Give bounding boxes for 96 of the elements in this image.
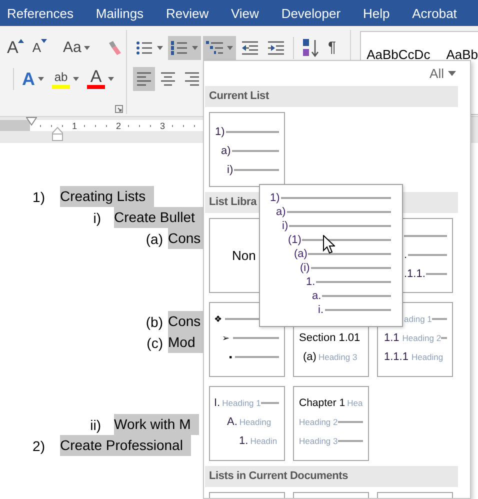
list-thumbnail[interactable]: Chapter 1 Hea Heading 2 Heading 3	[293, 386, 369, 461]
heading-text: ading 1	[404, 314, 432, 324]
list-number: (a)	[303, 350, 316, 362]
bullets-icon	[136, 40, 154, 56]
list-number: Chapter 1	[299, 396, 346, 408]
caret-icon	[157, 46, 163, 50]
thumbnail-label: Non	[232, 248, 256, 263]
list-number: 2)	[32, 438, 46, 454]
change-case-button[interactable]: Aa	[60, 36, 94, 60]
heading-text: Hea	[347, 398, 363, 408]
down-arrow-icon	[41, 39, 48, 43]
list-number: 1.	[239, 434, 248, 446]
list-thumbnail[interactable]: 1) a) i)	[209, 112, 285, 187]
list-number: .1.1.	[404, 268, 426, 280]
list-number: 1)	[215, 126, 225, 138]
section-header: Lists in Current Documents	[205, 466, 458, 487]
list-number: I.	[214, 396, 220, 408]
heading-text: Heading 3	[318, 352, 358, 362]
ribbon-tab[interactable]: View	[224, 0, 266, 26]
section-header: Current List	[205, 86, 458, 107]
numbering-button[interactable]	[168, 36, 201, 60]
list-item-text: Create Professional	[60, 435, 191, 456]
heading-text: Heading 3	[299, 436, 338, 446]
heading-text: Heading 2	[299, 416, 338, 426]
ribbon-tab[interactable]: Mailings	[88, 0, 151, 26]
ribbon-tab[interactable]: References	[0, 0, 80, 26]
list-item-text: Work with M	[114, 414, 199, 435]
decrease-indent-icon	[241, 40, 259, 56]
show-marks-button[interactable]: ¶	[325, 36, 340, 60]
grow-font-button[interactable]: A	[4, 36, 28, 60]
highlight-button[interactable]: ab	[49, 67, 82, 91]
align-center-icon	[160, 72, 176, 86]
list-number: 1.1.1	[384, 350, 408, 362]
up-arrow-icon	[18, 39, 24, 43]
list-item-text: Mod	[168, 332, 203, 353]
dialog-launcher-icon[interactable]	[115, 105, 123, 113]
caret-icon	[73, 77, 79, 81]
caret-icon	[192, 46, 198, 50]
caret-icon	[38, 77, 44, 81]
list-number: .	[404, 248, 408, 260]
list-item-text: Cons	[168, 228, 203, 249]
shrink-font-button[interactable]: A	[29, 36, 50, 60]
multilevel-list-button[interactable]	[203, 36, 236, 60]
list-number: A.	[227, 416, 238, 428]
sort-icon	[302, 38, 320, 58]
list-number: (a)	[144, 230, 164, 246]
list-number: 1)	[32, 188, 46, 204]
list-number: i)	[227, 164, 234, 176]
multilevel-list-icon	[206, 40, 224, 56]
caret-icon	[448, 71, 456, 76]
increase-indent-icon	[267, 40, 285, 56]
caret-icon	[108, 77, 114, 81]
list-number: ❖	[214, 314, 222, 324]
list-number: a.	[312, 290, 322, 302]
align-left-button[interactable]	[133, 67, 155, 91]
list-number: (i)	[300, 262, 310, 274]
list-number: a)	[221, 144, 231, 156]
ruler-number: 1	[72, 120, 78, 130]
list-number: ➢	[222, 332, 230, 342]
heading-text: Heading	[239, 416, 272, 426]
caret-icon	[84, 46, 90, 50]
ruler-number: 3	[160, 120, 166, 130]
font-color-button[interactable]: A	[84, 67, 117, 91]
list-number: 1.	[306, 276, 316, 288]
align-right-icon	[184, 72, 200, 86]
filter-dropdown[interactable]: All	[428, 66, 458, 81]
ribbon-tab[interactable]: Review	[158, 0, 216, 26]
list-number: 1.1	[384, 332, 400, 344]
numbering-icon	[171, 40, 189, 56]
list-item-text: Create Bullet	[114, 207, 203, 228]
list-item-text: Cons	[168, 311, 203, 332]
text-effects-button[interactable]: A	[19, 67, 47, 91]
ribbon-tab[interactable]: Developer	[274, 0, 348, 26]
ribbon-tab[interactable]: Acrobat	[405, 0, 464, 26]
list-number: 1)	[270, 192, 280, 204]
list-item-text: Creating Lists	[60, 186, 154, 207]
list-number: Section 1.01	[299, 332, 360, 344]
heading-text: Heading 2	[402, 332, 442, 342]
list-number: i)	[282, 220, 288, 232]
cursor-icon	[323, 235, 335, 254]
caret-icon	[227, 46, 233, 50]
align-left-icon	[136, 72, 152, 86]
list-number: (c)	[146, 334, 164, 350]
list-number: i.	[318, 304, 324, 316]
list-number: i)	[92, 210, 102, 226]
list-number: (1)	[288, 234, 302, 246]
heading-text: Headin	[250, 436, 278, 446]
list-thumbnail[interactable]: I. Heading 1 A. Heading 1. Headin	[209, 386, 285, 461]
list-number: (a)	[294, 248, 308, 260]
list-number: ii)	[89, 416, 102, 432]
list-number: (b)	[144, 314, 164, 330]
list-number: ▪	[229, 352, 232, 362]
heading-text: Heading 1	[222, 398, 261, 408]
ruler-number: 2	[116, 120, 122, 130]
ribbon-tab[interactable]: Help	[356, 0, 397, 26]
heading-text: Heading	[411, 352, 444, 362]
